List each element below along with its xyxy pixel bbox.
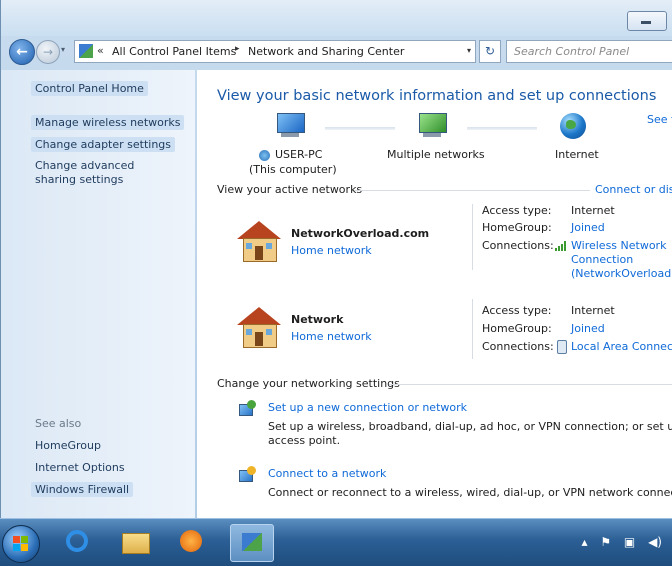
address-bar[interactable]: « All Control Panel Items ▸ Network and …	[74, 40, 476, 63]
home-network-icon	[237, 221, 281, 262]
back-button[interactable]: ←	[9, 39, 35, 65]
show-hidden-icons-icon[interactable]: ▴	[581, 535, 587, 549]
navigation-bar: ← → ▾ « All Control Panel Items ▸ Networ…	[1, 36, 672, 66]
computer-name-label: USER-PC	[275, 148, 323, 161]
forward-button[interactable]: →	[36, 40, 60, 64]
homegroup-label: HomeGroup:	[482, 221, 552, 234]
minimize-icon	[641, 21, 651, 24]
connections-label: Connections:	[482, 239, 554, 252]
sidebar-item-control-panel-home[interactable]: Control Panel Home	[31, 81, 148, 96]
recent-pages-dropdown-icon[interactable]: ▾	[61, 45, 65, 54]
title-bar	[1, 0, 672, 36]
multiple-networks-label: Multiple networks	[387, 148, 485, 161]
sidebar-item-manage-wireless-networks[interactable]: Manage wireless networks	[31, 115, 185, 130]
control-panel-icon	[79, 44, 93, 58]
column-divider	[472, 204, 473, 270]
search-input[interactable]: Search Control Panel	[506, 40, 672, 63]
minimize-button[interactable]	[627, 11, 667, 31]
refresh-button[interactable]: ↻	[479, 40, 501, 63]
network-type-link[interactable]: Home network	[291, 244, 372, 257]
setup-new-connection-description: Set up a wireless, broadband, dial-up, a…	[268, 420, 672, 433]
see-also-heading: See also	[35, 417, 82, 430]
network-name: NetworkOverload.com	[291, 227, 430, 240]
homegroup-label: HomeGroup:	[482, 322, 552, 335]
connection-line	[467, 127, 537, 130]
connect-to-network-icon	[237, 466, 259, 486]
local-area-connection-link[interactable]: Local Area Connecti	[571, 340, 672, 353]
wireless-signal-icon	[555, 241, 567, 251]
sidebar: Control Panel Home Manage wireless netwo…	[1, 70, 195, 518]
volume-icon[interactable]: ◀)	[648, 535, 662, 549]
network-name: Network	[291, 313, 344, 326]
breadcrumb-separator-icon[interactable]: ▸	[235, 44, 240, 54]
section-divider	[389, 384, 672, 385]
sidebar-item-windows-firewall[interactable]: Windows Firewall	[31, 482, 134, 497]
taskbar: ▴ ⚑ ▣ ◀)	[0, 518, 672, 566]
sidebar-item-change-advanced-sharing-settings[interactable]: Change advanced sharing settings	[35, 159, 175, 187]
connect-to-network-link[interactable]: Connect to a network	[268, 467, 386, 480]
setup-new-connection-link[interactable]: Set up a new connection or network	[268, 401, 467, 414]
home-network-icon	[237, 307, 281, 348]
wired-connection-icon	[557, 340, 567, 354]
page-title: View your basic network information and …	[217, 88, 657, 104]
media-player-taskbar-icon[interactable]	[170, 524, 212, 560]
search-placeholder: Search Control Panel	[514, 45, 630, 58]
internet-label: Internet	[555, 148, 599, 161]
breadcrumb-network-and-sharing-center[interactable]: Network and Sharing Center	[248, 45, 404, 58]
wireless-connection-link[interactable]: Wireless Network	[571, 239, 666, 252]
connect-to-network-description: Connect or reconnect to a wireless, wire…	[268, 486, 672, 499]
network-tray-icon[interactable]: ▣	[624, 535, 635, 549]
access-type-value: Internet	[571, 204, 615, 217]
access-type-value: Internet	[571, 304, 615, 317]
column-divider	[472, 299, 473, 359]
action-center-flag-icon[interactable]: ⚑	[600, 535, 611, 549]
start-button[interactable]	[2, 525, 40, 563]
connections-label: Connections:	[482, 340, 554, 353]
system-tray: ▴ ⚑ ▣ ◀)	[572, 535, 662, 549]
address-dropdown-icon[interactable]: ▾	[467, 46, 471, 55]
homegroup-joined-link[interactable]: Joined	[571, 221, 605, 234]
internet-explorer-taskbar-icon[interactable]	[56, 524, 98, 560]
this-computer-label: (This computer)	[249, 163, 337, 176]
main-content: View your basic network information and …	[197, 70, 672, 518]
see-full-map-link[interactable]: See fu	[647, 113, 672, 126]
network-type-link[interactable]: Home network	[291, 330, 372, 343]
networking-settings-heading: Change your networking settings	[217, 377, 400, 390]
sidebar-item-homegroup[interactable]: HomeGroup	[35, 439, 101, 452]
windows-explorer-taskbar-icon[interactable]	[114, 524, 156, 560]
control-panel-taskbar-icon[interactable]	[230, 524, 274, 562]
internet-globe-icon	[560, 113, 586, 139]
section-divider	[354, 190, 590, 191]
connect-or-disconnect-link[interactable]: Connect or disc	[595, 183, 672, 196]
access-type-label: Access type:	[482, 204, 552, 217]
breadcrumb-overflow-chevron[interactable]: «	[97, 44, 104, 57]
connection-line	[325, 127, 395, 130]
access-type-label: Access type:	[482, 304, 552, 317]
homegroup-small-icon	[259, 148, 270, 161]
breadcrumb-all-control-panel-items[interactable]: All Control Panel Items	[112, 45, 236, 58]
control-panel-window: ← → ▾ « All Control Panel Items ▸ Networ…	[0, 0, 672, 518]
sidebar-item-internet-options[interactable]: Internet Options	[35, 461, 125, 474]
wireless-connection-link-line2[interactable]: Connection	[571, 253, 633, 266]
multiple-networks-icon	[417, 113, 447, 141]
active-networks-heading: View your active networks	[217, 183, 363, 196]
computer-icon	[275, 113, 305, 141]
setup-new-connection-description-line2: access point.	[268, 434, 341, 447]
new-connection-icon	[237, 400, 259, 420]
wireless-connection-link-line3[interactable]: (NetworkOverload.co	[571, 267, 672, 280]
sidebar-item-change-adapter-settings[interactable]: Change adapter settings	[31, 137, 176, 152]
homegroup-joined-link[interactable]: Joined	[571, 322, 605, 335]
